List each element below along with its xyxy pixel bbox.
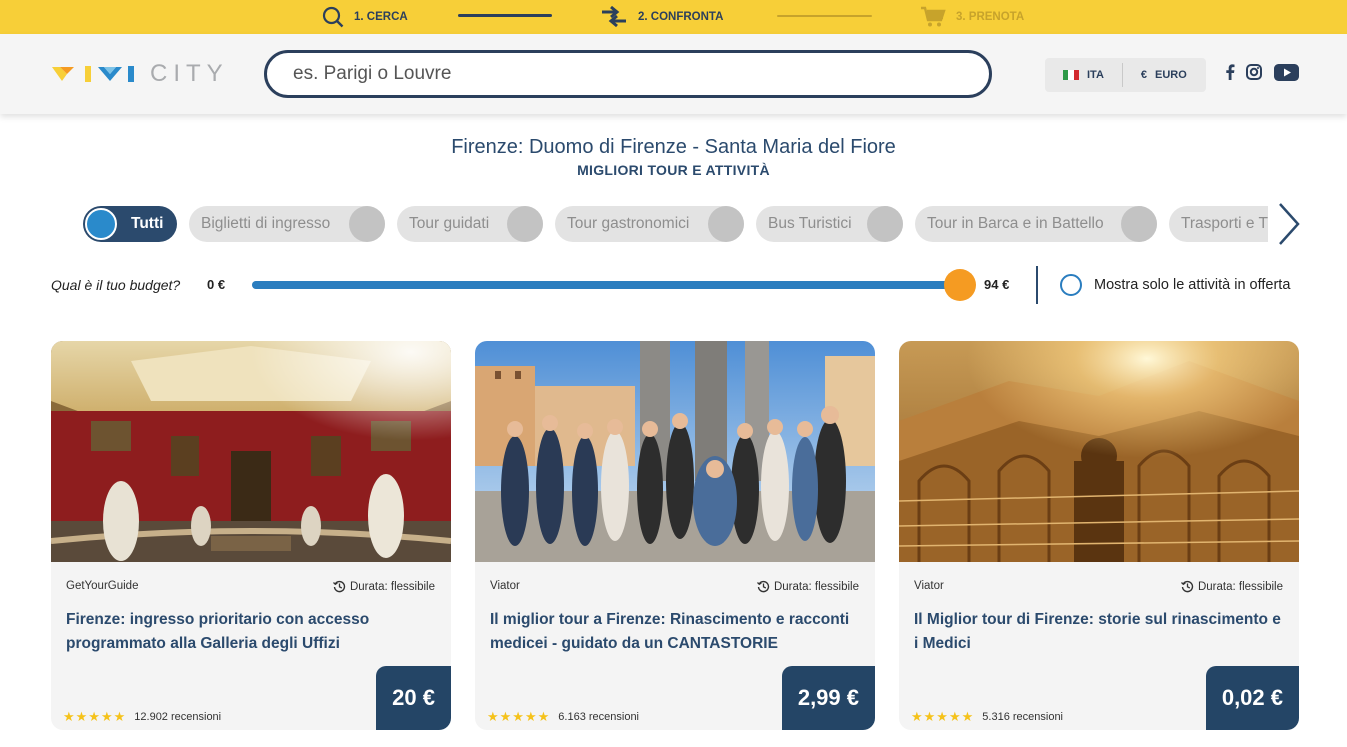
card-review-count: 5.316 recensioni — [982, 711, 1064, 723]
social-instagram[interactable] — [1246, 64, 1262, 80]
activity-card[interactable]: Viator Durata: flessibile Il miglior tou… — [475, 341, 875, 730]
filter-chip-tourist-bus[interactable]: Bus Turistici — [756, 206, 903, 242]
youtube-icon — [1274, 64, 1299, 81]
currency-symbol: € — [1140, 69, 1148, 81]
search-input[interactable] — [293, 63, 963, 85]
toggle-knob — [867, 206, 903, 242]
filter-chip-label: Tour gastronomici — [567, 215, 690, 232]
toggle-knob — [85, 208, 117, 240]
card-title[interactable]: Il miglior tour a Firenze: Rinascimento … — [490, 608, 860, 656]
social-facebook[interactable] — [1225, 64, 1235, 80]
card-duration-label: Durata: flessibile — [1197, 580, 1283, 593]
card-duration-label: Durata: flessibile — [349, 580, 435, 593]
step-search-label: 1. CERCA — [354, 11, 408, 23]
italy-flag-icon — [1063, 70, 1079, 80]
step-connector — [458, 14, 552, 17]
card-price[interactable]: 20 € — [376, 666, 451, 730]
chevron-right-icon[interactable] — [1276, 202, 1300, 246]
step-book-label: 3. PRENOTA — [956, 11, 1025, 23]
activity-card[interactable]: Viator Durata: flessibile Il Miglior tou… — [899, 341, 1299, 730]
logo-mark — [52, 66, 134, 82]
budget-max-value: 94 € — [984, 277, 1010, 292]
budget-slider[interactable] — [252, 269, 976, 301]
history-clock-icon — [333, 580, 346, 593]
toggle-knob — [507, 206, 543, 242]
filter-chip-label: Tour in Barca e in Battello — [927, 215, 1104, 232]
site-header: CITY ITA € EURO — [0, 34, 1347, 114]
filter-chip-all[interactable]: Tutti — [83, 206, 177, 242]
walking-tour-group-image — [475, 341, 875, 562]
budget-min-value: 0 € — [207, 277, 226, 292]
card-provider: GetYourGuide — [66, 580, 139, 592]
card-provider: Viator — [914, 580, 944, 592]
card-rating: ★★★★★ 6.163 recensioni — [487, 709, 639, 725]
offers-only-option[interactable]: Mostra solo le attività in offerta — [1060, 274, 1290, 296]
card-price[interactable]: 0,02 € — [1205, 666, 1299, 730]
booking-steps-bar: 1. CERCA 2. CONFRONTA 3. PRENOTA — [0, 0, 1347, 34]
step-compare-label: 2. CONFRONTA — [638, 11, 724, 23]
filter-chip-label: Bus Turistici — [768, 215, 852, 232]
card-review-count: 12.902 recensioni — [134, 711, 222, 723]
history-clock-icon — [757, 580, 770, 593]
budget-slider-fill — [252, 281, 960, 289]
filter-chip-transfers[interactable]: Trasporti e Trasferimenti — [1169, 206, 1268, 242]
filter-chip-tickets[interactable]: Biglietti di ingresso — [189, 206, 385, 242]
cart-icon — [921, 6, 946, 27]
offers-only-radio[interactable] — [1060, 274, 1082, 296]
compare-arrows-icon — [602, 6, 626, 28]
category-filter-bar: Tutti Biglietti di ingresso Tour guidati… — [83, 206, 1268, 242]
card-provider: Viator — [490, 580, 520, 592]
filter-chip-food-tours[interactable]: Tour gastronomici — [555, 206, 744, 242]
card-review-count: 6.163 recensioni — [558, 711, 640, 723]
card-duration: Durata: flessibile — [757, 580, 859, 593]
filter-chip-label: Tour guidati — [409, 215, 490, 232]
facebook-icon — [1226, 64, 1235, 80]
social-youtube[interactable] — [1274, 64, 1299, 81]
filter-chip-boat-tours[interactable]: Tour in Barca e in Battello — [915, 206, 1157, 242]
search-bar[interactable] — [264, 50, 992, 98]
vivicity-logo[interactable]: CITY — [52, 60, 229, 87]
page-title: Firenze: Duomo di Firenze - Santa Maria … — [451, 136, 896, 158]
logo-text: CITY — [150, 60, 229, 87]
page-subtitle: MIGLIORI TOUR E ATTIVITÀ — [577, 162, 770, 178]
currency-label: EURO — [1155, 69, 1187, 81]
step-compare[interactable]: 2. CONFRONTA — [600, 0, 723, 34]
divider — [1036, 266, 1038, 304]
filter-chip-guided-tours[interactable]: Tour guidati — [397, 206, 543, 242]
language-label: ITA — [1087, 69, 1104, 81]
card-title[interactable]: Firenze: ingresso prioritario con access… — [66, 608, 436, 656]
star-rating-icon: ★★★★★ — [63, 709, 127, 724]
filter-chip-label: Biglietti di ingresso — [201, 215, 331, 232]
card-duration-label: Durata: flessibile — [773, 580, 859, 593]
locale-selector: ITA € EURO — [1045, 58, 1206, 92]
activity-card[interactable]: GetYourGuide Durata: flessibile Firenze:… — [51, 341, 451, 730]
language-selector[interactable]: ITA — [1045, 58, 1122, 92]
card-title[interactable]: Il Miglior tour di Firenze: storie sul r… — [914, 608, 1284, 656]
card-duration: Durata: flessibile — [333, 580, 435, 593]
step-connector — [777, 15, 872, 17]
card-price[interactable]: 2,99 € — [781, 666, 875, 730]
currency-selector[interactable]: € EURO — [1123, 58, 1205, 92]
uffizi-gallery-image — [51, 341, 451, 562]
filter-chip-label: Trasporti e Trasferimenti — [1181, 215, 1268, 232]
budget-label: Qual è il tuo budget? — [51, 277, 181, 293]
toggle-knob — [1121, 206, 1157, 242]
florence-duomo-image — [899, 341, 1299, 562]
offers-only-label: Mostra solo le attività in offerta — [1094, 277, 1291, 293]
instagram-icon — [1246, 64, 1262, 80]
history-clock-icon — [1181, 580, 1194, 593]
star-rating-icon: ★★★★★ — [487, 709, 551, 724]
card-rating: ★★★★★ 5.316 recensioni — [911, 709, 1063, 725]
star-rating-icon: ★★★★★ — [911, 709, 975, 724]
toggle-knob — [349, 206, 385, 242]
filter-chip-label: Tutti — [131, 215, 164, 232]
card-rating: ★★★★★ 12.902 recensioni — [63, 709, 221, 725]
step-search[interactable]: 1. CERCA — [322, 0, 408, 34]
card-duration: Durata: flessibile — [1181, 580, 1283, 593]
toggle-knob — [708, 206, 744, 242]
budget-slider-handle[interactable] — [944, 269, 976, 301]
search-icon — [322, 6, 344, 28]
step-book: 3. PRENOTA — [920, 0, 1024, 34]
